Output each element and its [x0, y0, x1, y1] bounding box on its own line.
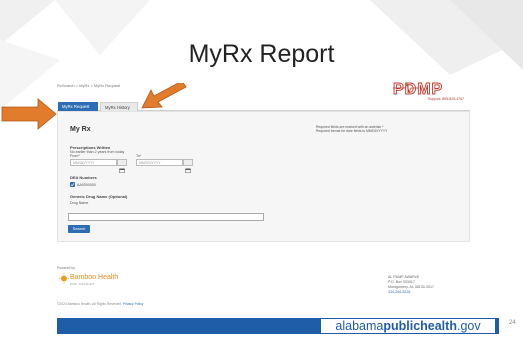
dea-label: DEA Numbers: [70, 175, 97, 180]
drug-name-label: Drug Name: [70, 201, 89, 205]
address-phone[interactable]: 334-206-5226: [388, 290, 434, 295]
tab-myrx-history[interactable]: MyRx History: [100, 102, 138, 111]
myrx-panel: My Rx Required fields are marked with an…: [57, 111, 470, 242]
calendar-icon: [185, 168, 191, 174]
panel-heading: My Rx: [70, 126, 91, 133]
copyright-text: ©2024 Bamboo Health. All Rights Reserved…: [57, 302, 123, 306]
url-part-1: alabama: [335, 319, 384, 333]
url-part-3: .gov: [456, 319, 481, 333]
from-date-input[interactable]: MM/DD/YYYY: [70, 159, 117, 166]
calendar-icon: [119, 168, 125, 174]
bamboo-health-name: Bamboo Health: [70, 274, 119, 281]
svg-text:PDMP: PDMP: [393, 81, 443, 98]
page-number: 24: [509, 320, 516, 326]
alabama-public-health-url: alabamapublichealth.gov: [320, 318, 496, 334]
search-button[interactable]: Search: [68, 225, 90, 233]
tab-bar: MyRx Request MyRx History: [57, 102, 470, 111]
powered-by: Powered by: [57, 266, 75, 270]
to-label: To*: [136, 154, 142, 158]
slide-title: MyRx Report: [188, 40, 335, 68]
breadcrumb: RxSearch > MyRx > MyRx Request: [57, 83, 121, 88]
mailing-address: AL PDMP AWARxE P.O. Box 303017 Montgomer…: [388, 275, 434, 295]
arrow-right-icon: [1, 98, 57, 130]
from-calendar-button[interactable]: [117, 159, 127, 174]
dea-number: AA0000000: [77, 182, 96, 187]
drug-name-input[interactable]: [68, 213, 264, 221]
pdmp-logo: PDMP: [393, 81, 443, 98]
app-screenshot: RxSearch > MyRx > MyRx Request PDMP Supp…: [57, 80, 470, 312]
required-note: Required fields are marked with an aster…: [316, 125, 436, 133]
required-note-date-format: Required format for date fields is MM/DD…: [316, 129, 388, 134]
url-part-2: publichealth: [383, 319, 457, 333]
arrow-down-left-icon: [141, 83, 187, 109]
to-date-input[interactable]: MM/DD/YYYY: [136, 159, 183, 166]
generic-drug-label: Generic Drug Name (Optional): [70, 194, 128, 199]
support-phone: Support: 855-825-4767: [428, 97, 464, 101]
to-calendar-button[interactable]: [183, 159, 193, 174]
pmp-awarxe-label: PMP AWARxE®: [70, 282, 95, 286]
privacy-policy-link[interactable]: Privacy Policy: [123, 302, 144, 306]
dea-checkbox[interactable]: [70, 182, 75, 187]
from-label: From*: [70, 154, 80, 158]
copyright: ©2024 Bamboo Health. All Rights Reserved…: [57, 302, 143, 306]
check-icon: [70, 183, 75, 187]
tab-myrx-request[interactable]: MyRx Request: [58, 102, 98, 111]
